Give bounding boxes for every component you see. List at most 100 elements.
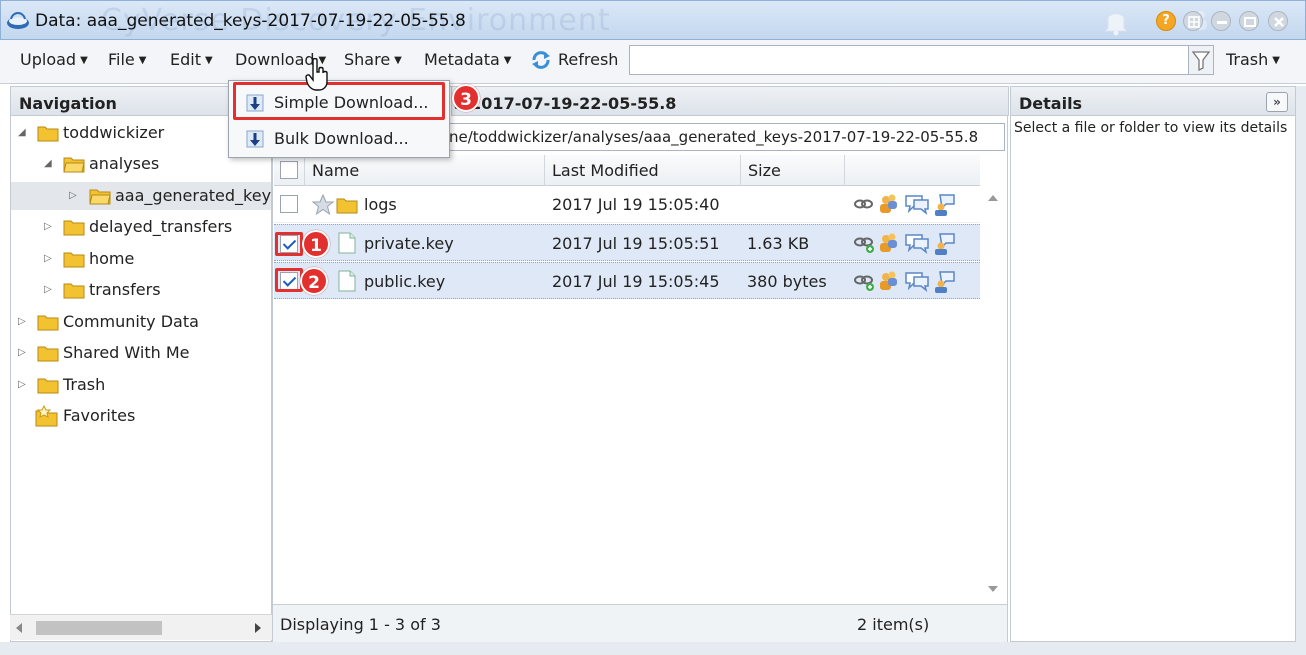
tree-item-label: Shared With Me <box>63 343 190 362</box>
folder-open-icon <box>89 189 111 205</box>
details-placeholder: Select a file or folder to view its deta… <box>1014 120 1288 136</box>
folder-icon <box>37 378 59 394</box>
tree-item-favorites[interactable]: Favorites <box>11 402 271 430</box>
table-row[interactable]: private.key 2017 Jul 19 15:05:51 1.63 KB <box>274 224 980 261</box>
collapse-details-button[interactable]: » <box>1266 92 1288 112</box>
annotation-badge-1: 1 <box>302 230 330 258</box>
collapsed-arrow-icon[interactable]: ▷ <box>69 190 79 202</box>
tree-item-label: toddwickizer <box>63 123 165 142</box>
app-logo-icon <box>7 12 29 29</box>
path-field[interactable]: ne/toddwickizer/analyses/aaa_generated_k… <box>444 123 1005 151</box>
file-icon <box>338 232 356 254</box>
share-users-icon <box>880 271 897 290</box>
file-label: File <box>108 50 135 69</box>
user-comment-icon <box>935 194 955 216</box>
annotation-highlight-simple-download <box>233 82 445 120</box>
folder-icon <box>63 220 85 236</box>
annotation-badge-3: 3 <box>452 84 480 112</box>
grid-footer: Displaying 1 - 3 of 3 2 item(s) <box>273 604 1007 642</box>
row-action-icons[interactable] <box>852 269 962 293</box>
tree-item-delayed-transfers[interactable]: ▷ delayed_transfers <box>11 213 271 241</box>
refresh-button[interactable]: Refresh <box>558 50 618 69</box>
link-icon <box>854 199 873 209</box>
metadata-label: Metadata <box>424 50 500 69</box>
folder-icon <box>37 126 59 142</box>
collapsed-arrow-icon[interactable]: ▷ <box>18 379 28 391</box>
navigation-panel: Navigation ◢ toddwickizer ◢ analyses ▷ a… <box>10 86 472 642</box>
maximize-icon[interactable] <box>1239 11 1259 31</box>
close-icon[interactable] <box>1268 11 1288 31</box>
expanded-arrow-icon[interactable]: ◢ <box>18 127 28 139</box>
scroll-left-icon[interactable] <box>16 623 22 633</box>
minimize-icon[interactable] <box>1211 11 1231 31</box>
apps-grid-icon[interactable] <box>1183 11 1203 31</box>
grid-vertical-scrollbar[interactable] <box>980 186 1006 604</box>
edit-label: Edit <box>170 50 201 69</box>
scrollbar-thumb[interactable] <box>36 621 162 635</box>
window-titlebar: CyVerse Discovery Environment Data: aaa_… <box>0 0 1306 40</box>
collapsed-arrow-icon[interactable]: ▷ <box>44 221 54 233</box>
search-input[interactable] <box>629 45 1189 75</box>
column-actions-header <box>844 155 980 186</box>
tree-item-transfers[interactable]: ▷ transfers <box>11 276 271 304</box>
collapsed-arrow-icon[interactable]: ▷ <box>44 284 54 296</box>
trash-label: Trash <box>1226 50 1269 69</box>
collapsed-arrow-icon[interactable]: ▷ <box>44 253 54 265</box>
share-users-icon <box>880 194 897 213</box>
collapsed-arrow-icon[interactable]: ▷ <box>18 316 28 328</box>
tree-item-label: home <box>89 249 135 268</box>
favorite-star-icon[interactable] <box>312 194 334 216</box>
row-name[interactable]: public.key <box>364 263 445 300</box>
filter-button[interactable] <box>1188 45 1214 75</box>
row-action-icons[interactable] <box>852 231 962 255</box>
column-name-header[interactable]: Name <box>304 155 544 186</box>
file-icon <box>338 270 356 292</box>
bulk-download-menu-item[interactable]: Bulk Download... <box>237 123 443 155</box>
metadata-menu-button[interactable]: Metadata ▼ <box>424 50 511 69</box>
chevron-down-icon: ▼ <box>204 55 213 66</box>
collapsed-arrow-icon[interactable]: ▷ <box>18 347 28 359</box>
column-size-header[interactable]: Size <box>740 155 844 186</box>
scroll-down-icon[interactable] <box>988 586 998 592</box>
tree-item-community-data[interactable]: ▷ Community Data <box>11 308 271 336</box>
selection-count: 2 item(s) <box>857 615 930 634</box>
edit-menu-button[interactable]: Edit ▼ <box>170 50 213 69</box>
bell-icon[interactable] <box>1099 4 1133 36</box>
column-last-modified-header[interactable]: Last Modified <box>544 155 740 186</box>
tree-item-label: Favorites <box>63 406 136 425</box>
tree-item-trash[interactable]: ▷ Trash <box>11 371 271 399</box>
tree-item-home[interactable]: ▷ home <box>11 245 271 273</box>
row-name[interactable]: private.key <box>364 225 454 262</box>
folder-open-icon <box>63 157 85 173</box>
chevron-down-icon: ▼ <box>138 55 147 66</box>
chevron-down-icon: ▼ <box>394 55 402 66</box>
window-right-edge <box>1296 86 1306 642</box>
user-comment-icon <box>935 271 955 293</box>
expanded-arrow-icon[interactable]: ◢ <box>44 158 54 170</box>
details-panel: Details <box>1010 86 1296 642</box>
chevron-down-icon: ▼ <box>80 55 88 66</box>
navigation-horizontal-scrollbar[interactable] <box>10 614 272 640</box>
refresh-icon[interactable] <box>530 49 552 71</box>
tree-item-shared-with-me[interactable]: ▷ Shared With Me <box>11 339 271 367</box>
table-row[interactable]: logs 2017 Jul 19 15:05:40 <box>274 186 980 223</box>
share-menu-button[interactable]: Share ▼ <box>344 50 402 69</box>
row-name[interactable]: logs <box>364 186 397 223</box>
trash-menu-button[interactable]: Trash ▼ <box>1226 50 1280 69</box>
filter-icon <box>1191 51 1211 72</box>
help-icon[interactable]: ? <box>1156 11 1176 31</box>
file-menu-button[interactable]: File ▼ <box>108 50 146 69</box>
row-action-icons[interactable] <box>852 192 962 216</box>
scroll-right-icon[interactable] <box>255 623 261 633</box>
favorites-folder-icon <box>35 405 58 427</box>
row-checkbox[interactable] <box>280 195 298 213</box>
tree-item-aaa-generated-keys[interactable]: ▷ aaa_generated_keys-2017-07-19-22-05-55… <box>11 182 472 210</box>
row-modified: 2017 Jul 19 15:05:45 <box>552 272 720 291</box>
comments-icon <box>905 234 929 254</box>
select-all-checkbox[interactable] <box>280 161 298 179</box>
table-row[interactable]: public.key 2017 Jul 19 15:05:45 380 byte… <box>274 262 980 299</box>
details-title: Details <box>1010 86 1296 116</box>
comments-icon <box>905 195 929 215</box>
scroll-up-icon[interactable] <box>988 195 998 201</box>
upload-menu-button[interactable]: Upload ▼ <box>20 50 88 69</box>
